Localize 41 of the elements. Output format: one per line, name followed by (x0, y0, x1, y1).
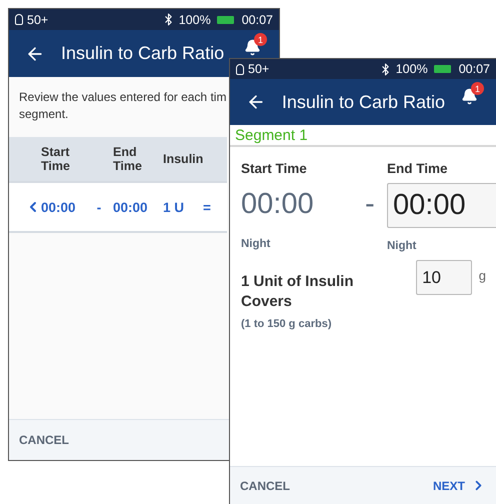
intro-text: Review the values entered for each tim segment. (18, 89, 228, 123)
pod-count: 50+ (27, 12, 48, 26)
unit-label: g (478, 268, 486, 283)
end-time-field[interactable]: 00:00 (387, 183, 496, 228)
battery-icon (216, 16, 234, 24)
notification-bell[interactable]: 1 (244, 33, 267, 56)
cancel-button[interactable]: CANCEL (240, 478, 290, 492)
end-time: 00:00 (113, 200, 149, 214)
dash-separator: - (365, 187, 376, 222)
pod-count: 50+ (248, 62, 270, 76)
insulin-units: 1 U (163, 200, 186, 214)
battery-icon (434, 65, 451, 73)
cancel-button[interactable]: CANCEL (19, 433, 69, 447)
notification-badge: 1 (254, 33, 267, 46)
equals-sign: = (203, 200, 212, 214)
column-heading: Insulin (163, 152, 203, 166)
notification-badge: 1 (471, 82, 484, 95)
end-period: Night (387, 240, 418, 252)
next-button[interactable]: NEXT (432, 478, 486, 493)
segment-row[interactable]: 00:00 - 00:00 1 U = (9, 183, 227, 233)
pod-icon (15, 14, 23, 25)
pod-icon (236, 64, 244, 74)
clock-time: 00:07 (458, 62, 490, 76)
carbs-field[interactable]: 10 (416, 260, 472, 295)
column-heading: End Time (113, 145, 143, 173)
dash-separator: - (96, 200, 102, 214)
column-heading: Start Time (41, 145, 71, 173)
segment-label: Segment 1 (230, 125, 496, 147)
start-time: 00:00 (41, 200, 77, 214)
screen-title: Insulin to Carb Ratio (61, 43, 226, 64)
battery-percent: 100% (178, 12, 211, 26)
start-time-value: 00:00 (241, 187, 315, 222)
clock-time: 00:07 (242, 12, 273, 26)
ratio-label: 1 Unit of Insulin Covers (241, 272, 354, 312)
screen-title: Insulin to Carb Ratio (282, 92, 445, 112)
start-period: Night (241, 238, 272, 250)
end-time-label: End Time (387, 161, 449, 178)
start-time-label: Start Time (241, 161, 308, 178)
ratio-hint: (1 to 150 g carbs) (241, 318, 332, 330)
battery-percent: 100% (396, 62, 428, 76)
notification-bell[interactable]: 1 (461, 82, 484, 105)
